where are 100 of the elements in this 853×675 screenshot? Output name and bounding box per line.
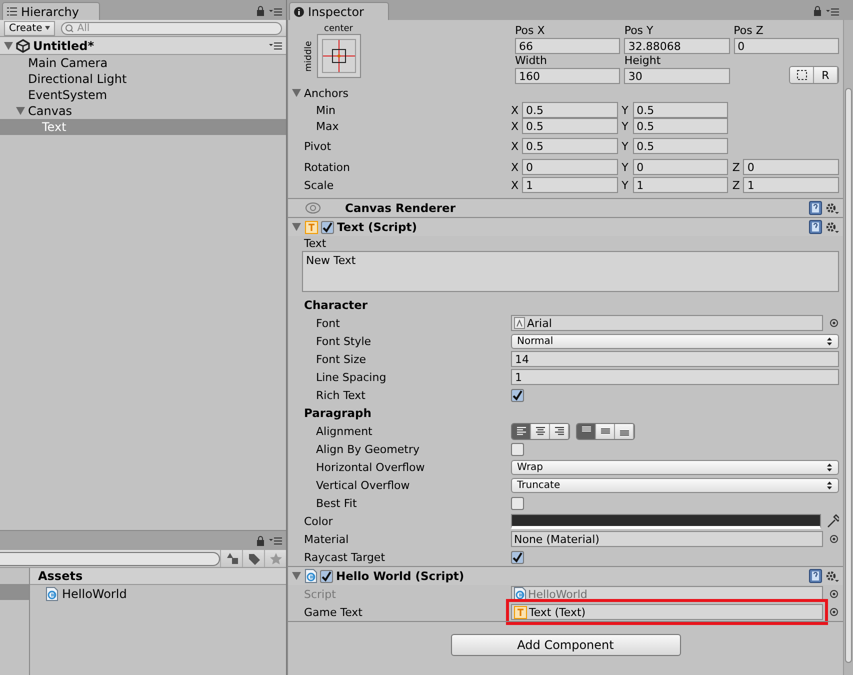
expand-arrow-icon[interactable] [292, 572, 301, 580]
script-icon [46, 587, 58, 601]
hierarchy-item[interactable]: EventSystem [0, 87, 286, 103]
eyedropper-icon[interactable] [827, 514, 839, 528]
search-field[interactable]: All [61, 22, 282, 34]
checkbox[interactable] [511, 388, 524, 402]
asset-item[interactable]: HelloWorld [30, 585, 286, 603]
axis-label: X [511, 140, 520, 152]
number-field[interactable]: 0.5 [522, 138, 618, 154]
number-field[interactable]: 0 [632, 159, 728, 175]
anchor-preset-button[interactable] [317, 34, 361, 78]
menu-icon[interactable] [826, 6, 839, 16]
align-button[interactable] [550, 424, 569, 438]
property-label: Script [304, 588, 337, 600]
pick-icon[interactable] [829, 318, 839, 328]
axis-label: X [511, 160, 520, 174]
pick-icon[interactable] [829, 534, 839, 544]
number-field[interactable]: 32.88068 [624, 38, 730, 54]
number-field[interactable]: 0.5 [632, 102, 728, 118]
dropdown[interactable]: Wrap [511, 460, 839, 474]
property-label: Min [316, 104, 337, 116]
checkbox[interactable] [511, 550, 524, 564]
number-field[interactable]: 0.5 [632, 118, 728, 134]
menu-icon[interactable] [269, 536, 282, 545]
hierarchy-tab[interactable]: Hierarchy [2, 2, 100, 20]
blueprint-mode-button[interactable] [790, 67, 814, 83]
expand-arrow-icon[interactable] [16, 107, 25, 115]
component-title: Hello World (Script) [336, 569, 464, 583]
add-component-button[interactable]: Add Component [450, 634, 680, 656]
create-button[interactable]: Create [4, 20, 56, 36]
object-field[interactable]: None (Material) [511, 531, 823, 547]
object-field[interactable]: Arial [511, 315, 823, 331]
number-field[interactable]: 1 [632, 177, 728, 193]
expand-arrow-icon[interactable] [292, 89, 301, 97]
property-label: Vertical Overflow [316, 478, 411, 492]
number-field[interactable]: 1 [743, 177, 840, 193]
inspector-tab[interactable]: Inspector [289, 2, 389, 20]
component-title: Canvas Renderer [345, 201, 456, 215]
align-button[interactable] [531, 424, 550, 438]
dropdown[interactable]: Normal [511, 334, 839, 348]
align-button[interactable] [512, 424, 531, 438]
property-label: Font Size [316, 352, 368, 366]
number-field[interactable]: 1 [522, 177, 618, 193]
align-button[interactable] [577, 424, 596, 438]
number-field[interactable]: 0.5 [522, 118, 618, 134]
menu-icon[interactable] [269, 41, 282, 50]
axis-label: X [511, 120, 520, 132]
settings-icon[interactable] [825, 570, 839, 582]
scene-row[interactable]: Untitled* [0, 37, 286, 55]
text-area[interactable]: New Text [302, 251, 839, 292]
color-swatch[interactable] [511, 514, 821, 528]
dropdown[interactable]: Truncate [511, 478, 839, 492]
component-header[interactable]: Canvas Renderer [288, 198, 843, 217]
component-header[interactable]: Hello World (Script) [288, 566, 843, 585]
number-field[interactable]: 30 [624, 68, 730, 84]
settings-icon[interactable] [825, 220, 839, 234]
settings-icon[interactable] [825, 202, 839, 214]
checkbox[interactable] [511, 496, 524, 510]
section-heading: Paragraph [304, 406, 372, 420]
caret-icon [826, 462, 833, 472]
menu-icon[interactable] [269, 6, 282, 16]
number-field[interactable]: 0.5 [522, 102, 618, 118]
axis-label: Y [622, 120, 630, 132]
align-button[interactable] [596, 424, 615, 438]
hierarchy-item[interactable]: Directional Light [0, 71, 286, 87]
hierarchy-item[interactable]: Main Camera [0, 55, 286, 71]
expand-arrow-icon[interactable] [292, 223, 301, 231]
number-field[interactable]: 0 [522, 159, 618, 175]
section-heading: Character [304, 298, 368, 312]
help-icon[interactable] [809, 201, 822, 215]
field-label: Pos X [515, 24, 546, 38]
enable-checkbox[interactable] [321, 220, 334, 234]
enable-checkbox[interactable] [320, 570, 333, 582]
raw-edit-button[interactable]: R [814, 67, 838, 83]
hierarchy-item[interactable]: Canvas [0, 103, 286, 119]
lock-icon[interactable] [813, 6, 822, 16]
number-field[interactable]: 0.5 [632, 138, 728, 154]
assets-heading: Assets [30, 568, 286, 585]
shapes-icon [226, 553, 238, 564]
caret-icon [45, 26, 50, 30]
number-field[interactable]: 1 [511, 369, 839, 385]
checkbox[interactable] [511, 442, 524, 456]
component-header[interactable]: Text (Script) [288, 217, 843, 236]
lock-icon[interactable] [256, 6, 265, 16]
help-icon[interactable] [809, 569, 822, 583]
number-field[interactable]: 160 [515, 68, 620, 84]
property-label: Alignment [316, 424, 374, 438]
search-field[interactable] [0, 552, 220, 566]
expand-arrow-icon[interactable] [4, 42, 13, 50]
field-label: Pos Z [734, 24, 764, 38]
number-field[interactable]: 14 [511, 351, 839, 367]
help-icon[interactable] [809, 220, 822, 234]
number-field[interactable]: 66 [515, 38, 620, 54]
lock-icon[interactable] [256, 536, 265, 546]
property-label: Best Fit [316, 496, 358, 510]
axis-label: Z [732, 160, 741, 174]
scrollbar[interactable] [843, 20, 853, 675]
number-field[interactable]: 0 [743, 159, 840, 175]
align-button[interactable] [615, 424, 634, 438]
number-field[interactable]: 0 [734, 38, 839, 54]
